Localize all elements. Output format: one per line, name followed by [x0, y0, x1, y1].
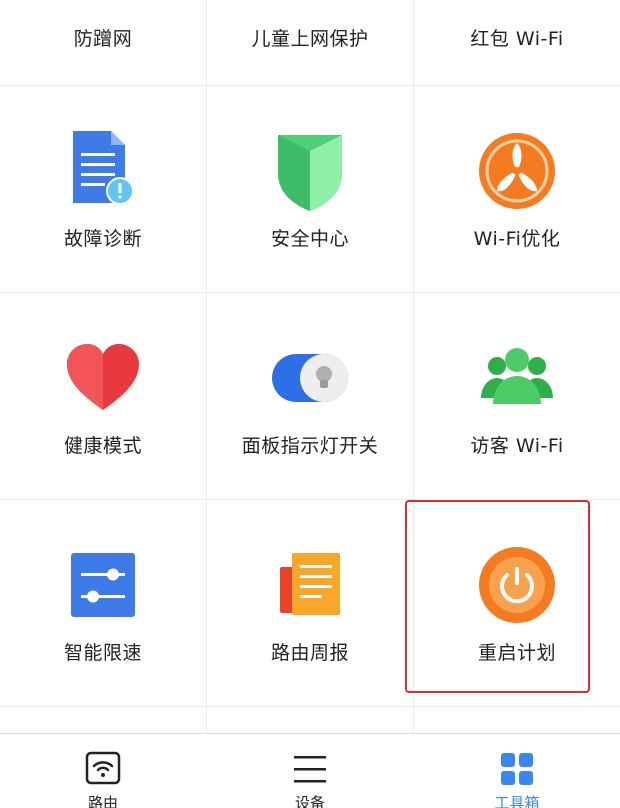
shield-icon [278, 135, 342, 211]
tool-restart-schedule[interactable]: 重启计划 [414, 500, 620, 707]
grid-tools-icon [501, 753, 533, 785]
grid-cell-partial [414, 707, 620, 733]
bottom-tab-bar: 路由 设备 工具箱 [0, 733, 620, 808]
tool-label: 面板指示灯开关 [241, 435, 379, 457]
tool-anti-rub-net[interactable]: 防蹭网 [0, 0, 207, 86]
fan-icon [479, 133, 555, 209]
tool-label: 红包 Wi-Fi [470, 28, 564, 50]
tool-guest-wifi[interactable]: 访客 Wi-Fi [414, 293, 620, 500]
toolbox-grid: 防蹭网 儿童上网保护 红包 Wi-Fi 故障诊断 安全中心 Wi-Fi优化 健康… [0, 0, 620, 733]
tool-label: 故障诊断 [63, 228, 142, 250]
menu-list-icon [294, 756, 326, 783]
tool-security-center[interactable]: 安全中心 [207, 86, 414, 293]
users-icon [481, 348, 553, 404]
tab-router[interactable]: 路由 [0, 734, 206, 808]
tool-label: 重启计划 [477, 642, 556, 664]
sliders-icon [71, 553, 135, 617]
tool-router-weekly-report[interactable]: 路由周报 [207, 500, 414, 707]
tab-label: 工具箱 [494, 794, 540, 808]
tool-panel-light-switch[interactable]: 面板指示灯开关 [207, 293, 414, 500]
tool-label: 儿童上网保护 [251, 28, 369, 50]
tool-smart-speed-limit[interactable]: 智能限速 [0, 500, 207, 707]
heart-icon [67, 344, 139, 410]
tab-devices[interactable]: 设备 [207, 734, 413, 808]
tool-fault-diagnosis[interactable]: 故障诊断 [0, 86, 207, 293]
tool-wifi-optimize[interactable]: Wi-Fi优化 [414, 86, 620, 293]
tool-label: Wi-Fi优化 [473, 228, 561, 250]
tool-label: 防蹭网 [73, 28, 133, 50]
tool-label: 安全中心 [270, 228, 349, 250]
tab-toolbox[interactable]: 工具箱 [414, 734, 620, 808]
tool-label: 健康模式 [63, 435, 142, 457]
power-icon [479, 547, 555, 623]
grid-cell-partial [207, 707, 414, 733]
tool-label: 智能限速 [63, 642, 142, 664]
tab-label: 设备 [294, 794, 325, 808]
fault-diagnosis-icon [73, 131, 134, 205]
tool-child-protection[interactable]: 儿童上网保护 [207, 0, 414, 86]
report-icon [280, 553, 340, 615]
tool-label: 访客 Wi-Fi [470, 435, 564, 457]
tool-label: 路由周报 [270, 642, 349, 664]
tab-label: 路由 [87, 794, 118, 808]
grid-cell-partial [0, 707, 207, 733]
wifi-router-icon [85, 751, 121, 785]
tool-health-mode[interactable]: 健康模式 [0, 293, 207, 500]
light-toggle-icon [272, 354, 348, 402]
tool-red-packet-wifi[interactable]: 红包 Wi-Fi [414, 0, 620, 86]
